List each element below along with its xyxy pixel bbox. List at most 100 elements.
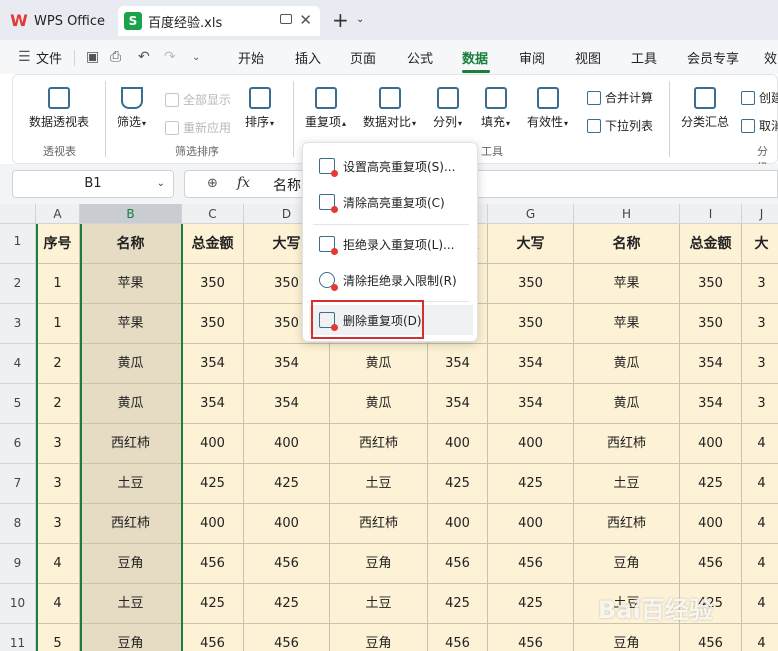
column-header-b[interactable]: B — [80, 204, 182, 224]
file-tab[interactable]: S 百度经验.xls ✕ — [118, 6, 320, 36]
menu-data[interactable]: 数据 — [462, 48, 488, 67]
cell-seq[interactable]: 1 — [36, 264, 80, 304]
new-tab-icon[interactable]: + — [332, 8, 349, 32]
clear-highlight-duplicates-item[interactable]: 清除高亮重复项(C) — [309, 187, 473, 217]
cell-upper2[interactable]: 350 — [488, 264, 574, 304]
cell-total3[interactable]: 总金额 — [680, 224, 742, 264]
cell-name[interactable]: 豆角 — [80, 544, 182, 584]
cell-name2[interactable]: 豆角 — [330, 544, 428, 584]
wps-home-tab[interactable]: W WPS Office — [10, 8, 105, 34]
cell-upper[interactable]: 400 — [244, 504, 330, 544]
cell-total[interactable]: 350 — [182, 264, 244, 304]
cell-total2[interactable]: 354 — [428, 344, 488, 384]
cell-upper[interactable]: 400 — [244, 424, 330, 464]
menu-insert[interactable]: 插入 — [295, 48, 321, 67]
cell-name[interactable]: 黄瓜 — [80, 384, 182, 424]
create-group-button[interactable]: 创建 — [741, 89, 778, 106]
fill-button[interactable]: 填充▾ — [481, 87, 510, 130]
cell-name[interactable]: 土豆 — [80, 464, 182, 504]
cell-seq[interactable]: 4 — [36, 544, 80, 584]
row-header[interactable]: 6 — [0, 424, 36, 464]
cell-upper[interactable]: 354 — [244, 344, 330, 384]
cell-upper3[interactable]: 4 — [742, 424, 778, 464]
menu-view[interactable]: 视图 — [575, 48, 601, 67]
column-header-j[interactable]: J — [742, 204, 778, 224]
formula-input[interactable]: ⊕ fx 名称 — [184, 170, 778, 198]
menu-page[interactable]: 页面 — [350, 48, 376, 67]
cell-name3[interactable]: 苹果 — [574, 264, 680, 304]
cell-total3[interactable]: 456 — [680, 544, 742, 584]
column-header-h[interactable]: H — [574, 204, 680, 224]
cell-total3[interactable]: 354 — [680, 344, 742, 384]
cell-upper3[interactable]: 大 — [742, 224, 778, 264]
cell-upper2[interactable]: 400 — [488, 424, 574, 464]
cell-name2[interactable]: 西红柿 — [330, 424, 428, 464]
subtotal-button[interactable]: 分类汇总 — [681, 87, 729, 130]
row-header[interactable]: 4 — [0, 344, 36, 384]
hamburger-icon[interactable]: ☰ — [18, 49, 31, 65]
cell-total3[interactable]: 354 — [680, 384, 742, 424]
menu-more[interactable]: 效 — [764, 48, 777, 67]
cell-upper3[interactable]: 4 — [742, 464, 778, 504]
cell-total[interactable]: 456 — [182, 544, 244, 584]
cell-upper3[interactable]: 4 — [742, 624, 778, 651]
cell-upper2[interactable]: 456 — [488, 544, 574, 584]
cell-total2[interactable]: 425 — [428, 584, 488, 624]
cell-total[interactable]: 425 — [182, 464, 244, 504]
cell-total[interactable]: 350 — [182, 304, 244, 344]
cell-name[interactable]: 西红柿 — [80, 424, 182, 464]
cell-seq[interactable]: 3 — [36, 464, 80, 504]
window-icon[interactable] — [280, 14, 292, 24]
row-header[interactable]: 11 — [0, 624, 36, 651]
cell-name2[interactable]: 豆角 — [330, 624, 428, 651]
sort-button[interactable]: 排序▾ — [245, 87, 274, 130]
cell-name[interactable]: 西红柿 — [80, 504, 182, 544]
cell-name3[interactable]: 豆角 — [574, 624, 680, 651]
dropdown-list-button[interactable]: 下拉列表 — [587, 117, 653, 134]
cell-name2[interactable]: 西红柿 — [330, 504, 428, 544]
cell-total2[interactable]: 425 — [428, 464, 488, 504]
column-header-i[interactable]: I — [680, 204, 742, 224]
cell-name3[interactable]: 土豆 — [574, 464, 680, 504]
cell-name3[interactable]: 黄瓜 — [574, 344, 680, 384]
cell-upper2[interactable]: 425 — [488, 584, 574, 624]
fx-icon[interactable]: fx — [237, 175, 250, 191]
column-header-g[interactable]: G — [488, 204, 574, 224]
close-tab-icon[interactable]: ✕ — [299, 11, 312, 29]
cell-upper3[interactable]: 4 — [742, 504, 778, 544]
select-all-corner[interactable] — [0, 204, 36, 224]
zoom-icon[interactable]: ⊕ — [207, 176, 218, 191]
row-header[interactable]: 9 — [0, 544, 36, 584]
row-header[interactable]: 5 — [0, 384, 36, 424]
chevron-down-icon[interactable]: ⌄ — [192, 52, 200, 63]
data-compare-button[interactable]: 数据对比▾ — [363, 87, 416, 130]
cell-name[interactable]: 苹果 — [80, 264, 182, 304]
reject-duplicate-entry-item[interactable]: 拒绝录入重复项(L)... — [309, 229, 473, 259]
consolidate-button[interactable]: 合并计算 — [587, 89, 653, 106]
cell-name[interactable]: 黄瓜 — [80, 344, 182, 384]
cell-upper[interactable]: 425 — [244, 584, 330, 624]
cell-upper2[interactable]: 350 — [488, 304, 574, 344]
cell-total[interactable]: 425 — [182, 584, 244, 624]
cell-total[interactable]: 总金额 — [182, 224, 244, 264]
cell-name[interactable]: 豆角 — [80, 624, 182, 651]
cell-name2[interactable]: 土豆 — [330, 584, 428, 624]
cell-upper3[interactable]: 4 — [742, 584, 778, 624]
pivot-table-button[interactable]: 数据透视表 — [29, 87, 89, 130]
cell-seq[interactable]: 5 — [36, 624, 80, 651]
cell-upper3[interactable]: 3 — [742, 344, 778, 384]
cell-total2[interactable]: 400 — [428, 504, 488, 544]
cell-upper[interactable]: 456 — [244, 544, 330, 584]
set-highlight-duplicates-item[interactable]: 设置高亮重复项(S)... — [309, 151, 473, 181]
cell-name3[interactable]: 豆角 — [574, 544, 680, 584]
cell-upper[interactable]: 456 — [244, 624, 330, 651]
cell-total3[interactable]: 400 — [680, 424, 742, 464]
remove-duplicates-item[interactable]: 删除重复项(D) — [309, 305, 473, 335]
cell-total2[interactable]: 456 — [428, 544, 488, 584]
cell-name[interactable]: 苹果 — [80, 304, 182, 344]
cell-upper[interactable]: 354 — [244, 384, 330, 424]
clear-reject-limit-item[interactable]: 清除拒绝录入限制(R) — [309, 265, 473, 295]
cell-total3[interactable]: 350 — [680, 304, 742, 344]
print-preview-icon[interactable]: ⎙ — [110, 49, 121, 65]
cell-upper2[interactable]: 456 — [488, 624, 574, 651]
